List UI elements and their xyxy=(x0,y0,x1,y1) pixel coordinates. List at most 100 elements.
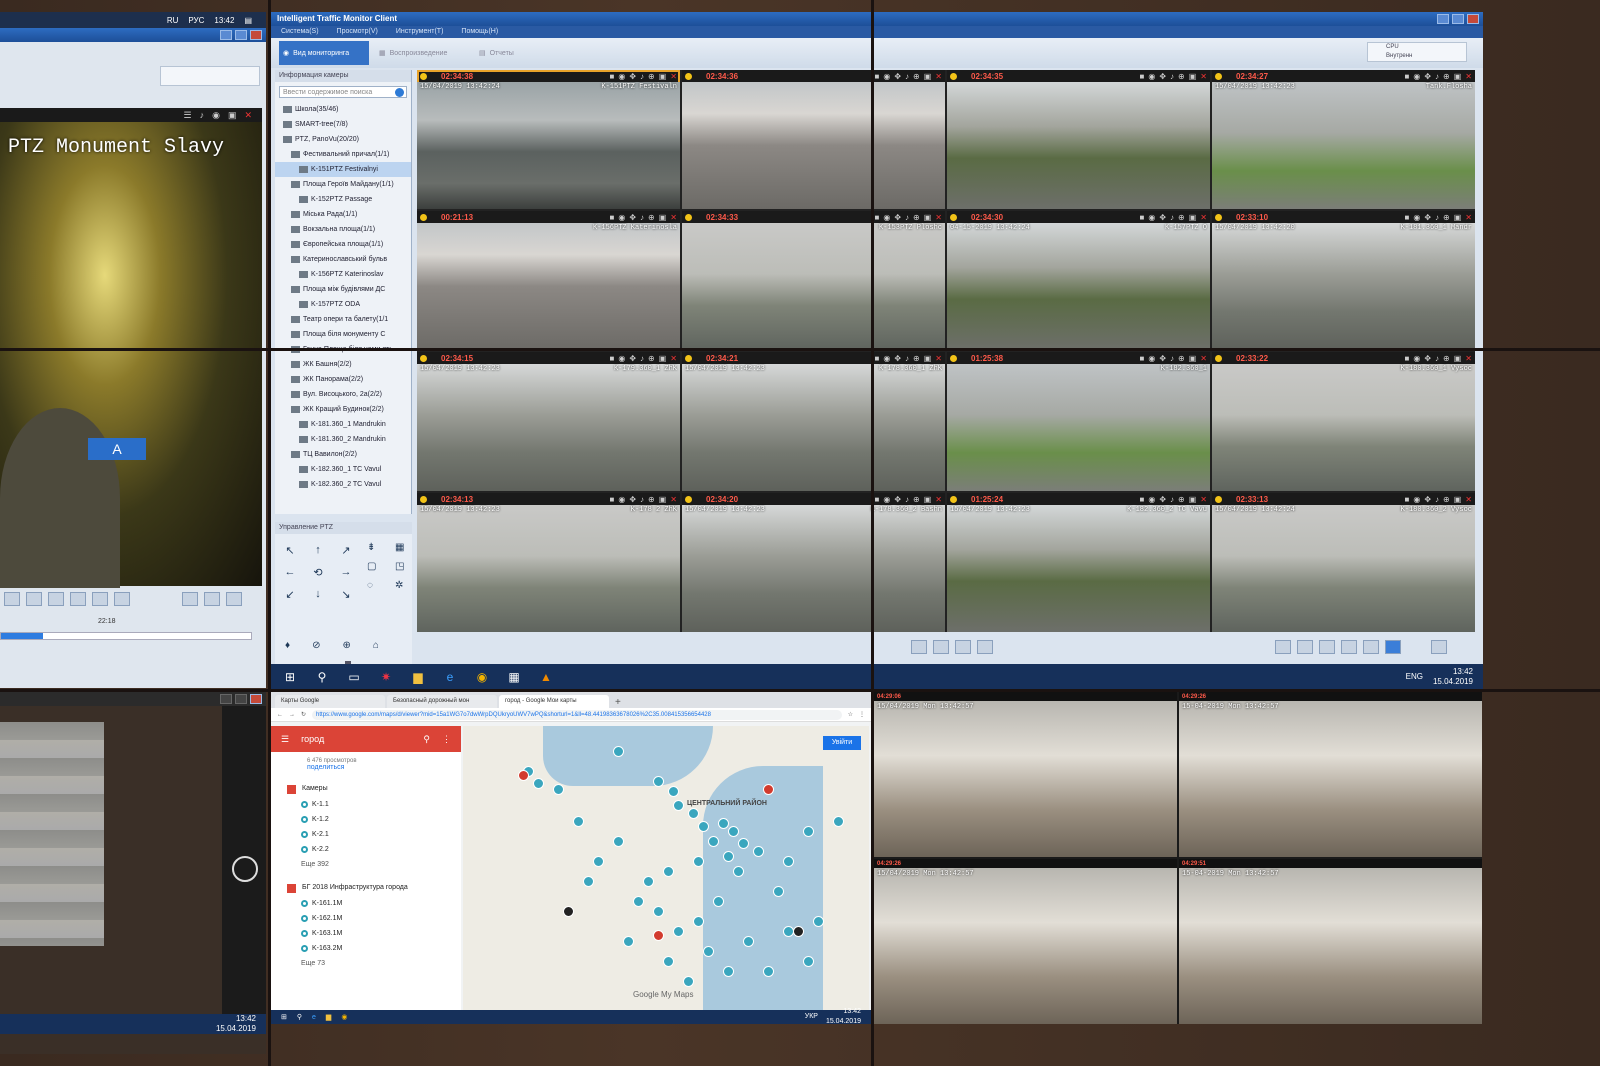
fullscreen-icon[interactable]: ▣ xyxy=(1454,354,1462,363)
shutter-button[interactable] xyxy=(232,856,258,882)
tree-item[interactable]: Вул. Висоцького, 2а(2/2) xyxy=(275,387,411,402)
zoom-icon[interactable]: ⊕ xyxy=(913,354,920,363)
mic-icon[interactable]: ♪ xyxy=(905,213,909,222)
close-icon[interactable]: ✕ xyxy=(1200,495,1207,504)
fullscreen-icon[interactable]: ▣ xyxy=(1189,72,1197,81)
mic-icon[interactable]: ♪ xyxy=(640,213,644,222)
camera-tile[interactable]: 02:34:13 ■ ◉ ✥ ♪ ⊕ ▣ ✕ 15/04/2019 13:42:23 K-178 … xyxy=(417,493,680,632)
ptz-icon[interactable]: ✥ xyxy=(1159,495,1166,504)
camera-map-pin[interactable] xyxy=(728,826,739,837)
ptz-icon[interactable]: ✥ xyxy=(1424,72,1431,81)
mic-icon[interactable]: ♪ xyxy=(1435,213,1439,222)
ptz-icon[interactable]: ✥ xyxy=(629,354,636,363)
zoom-icon[interactable]: ⊕ xyxy=(648,495,655,504)
close-icon[interactable]: ✕ xyxy=(935,213,942,222)
camera-map-pin[interactable] xyxy=(683,976,694,987)
start-icon[interactable]: ⊞ xyxy=(281,1013,287,1021)
tree-item[interactable]: ЖК Кращий Будинок(2/2) xyxy=(275,402,411,417)
camera-map-pin[interactable] xyxy=(693,916,704,927)
map-layer-item[interactable]: K-163.1M xyxy=(271,926,461,941)
camera-map-pin[interactable] xyxy=(723,851,734,862)
fullscreen-icon[interactable]: ▣ xyxy=(659,213,667,222)
record-icon[interactable]: ■ xyxy=(875,72,880,81)
layer-infra[interactable]: БГ 2018 Инфраструктура города xyxy=(271,880,461,896)
fullscreen-icon[interactable]: ▣ xyxy=(659,354,667,363)
camera-map-pin[interactable] xyxy=(698,821,709,832)
camera-tile[interactable]: 02:34:36 ■ ◉ ✥ ♪ ⊕ ▣ ✕ xyxy=(682,70,945,209)
snapshot-icon[interactable]: ◉ xyxy=(212,110,220,121)
tree-item[interactable]: Площа біля монументу С xyxy=(275,327,411,342)
fullscreen-icon[interactable]: ▣ xyxy=(1189,213,1197,222)
camera-tile[interactable]: 02:34:33 ■ ◉ ✥ ♪ ⊕ ▣ ✕ K-153PTZ Ploshc xyxy=(682,211,945,350)
camera-map-pin[interactable] xyxy=(553,784,564,795)
map-layer-item[interactable]: K-1.2 xyxy=(271,812,461,827)
more-icon[interactable]: ⋮ xyxy=(442,734,451,745)
tree-item[interactable]: Катеринославський бульв xyxy=(275,252,411,267)
camera-map-pin[interactable] xyxy=(653,776,664,787)
menu-help[interactable]: Помощь(H) xyxy=(461,26,498,38)
search-icon[interactable]: ⚲ xyxy=(297,1013,302,1021)
sign-in-button[interactable]: Увійти xyxy=(823,736,861,750)
close-icon[interactable]: ✕ xyxy=(244,110,252,121)
snapshot-icon[interactable]: ◉ xyxy=(1413,72,1420,81)
app-icon[interactable]: ✷ xyxy=(377,669,395,685)
camera-map-pin[interactable] xyxy=(713,896,724,907)
volume-icon[interactable]: ♪ xyxy=(200,110,205,120)
search-icon[interactable]: ⚲ xyxy=(423,734,430,745)
layout-4-icon[interactable] xyxy=(48,592,64,606)
screen-capture-icon[interactable] xyxy=(911,640,927,654)
layout-6-icon[interactable] xyxy=(70,592,86,606)
star-icon[interactable]: ☆ xyxy=(848,711,853,718)
camera-map-pin[interactable] xyxy=(688,808,699,819)
record-icon[interactable]: ■ xyxy=(610,72,615,81)
mic-icon[interactable]: ♪ xyxy=(1170,354,1174,363)
camera-icon[interactable] xyxy=(933,640,949,654)
minimize-button[interactable] xyxy=(220,30,232,40)
chrome-icon[interactable]: ◉ xyxy=(473,669,491,685)
task-view-icon[interactable]: ▭ xyxy=(345,669,363,685)
close-icon[interactable]: ✕ xyxy=(1465,213,1472,222)
record-icon[interactable]: ■ xyxy=(875,354,880,363)
record-icon[interactable]: ■ xyxy=(610,213,615,222)
reload-icon[interactable]: ↻ xyxy=(301,711,306,718)
camera-map-pin[interactable] xyxy=(773,886,784,897)
camera-map-pin[interactable] xyxy=(533,778,544,789)
tree-item[interactable]: Театр опери та балету(1/1 xyxy=(275,312,411,327)
camera-map-pin[interactable] xyxy=(593,856,604,867)
close-icon[interactable]: ✕ xyxy=(670,354,677,363)
start-icon[interactable]: ⊞ xyxy=(281,669,299,685)
zoom-icon[interactable]: ⊕ xyxy=(913,213,920,222)
camera-tile[interactable]: 02:33:22 ■ ◉ ✥ ♪ ⊕ ▣ ✕ K-180.360_1 Vysoc xyxy=(1212,352,1475,491)
camera-tile[interactable]: 02:34:21 ■ ◉ ✥ ♪ ⊕ ▣ ✕ 15/04/2019 13:42:23 K-178.… xyxy=(682,352,945,491)
camera-map-pin[interactable] xyxy=(613,746,624,757)
tab-my-maps[interactable]: город - Google Мои карты xyxy=(499,695,609,708)
layer-cameras[interactable]: Камеры xyxy=(271,781,461,797)
layout-16-icon[interactable] xyxy=(114,592,130,606)
close-icon[interactable]: ✕ xyxy=(1200,72,1207,81)
camera-map-pin[interactable] xyxy=(743,936,754,947)
camera-map-pin[interactable] xyxy=(813,916,824,927)
snapshot-icon[interactable]: ◉ xyxy=(1413,495,1420,504)
close-icon[interactable]: ✕ xyxy=(935,72,942,81)
wiper-icon[interactable]: ⊘ xyxy=(312,640,320,651)
close-icon[interactable]: ✕ xyxy=(1465,72,1472,81)
mic-icon[interactable]: ♪ xyxy=(905,495,909,504)
indoor-camera-tile[interactable]: 04:29:51 15-04-2019 Mon 13:42:57 xyxy=(1179,859,1482,1024)
camera-map-pin[interactable] xyxy=(763,966,774,977)
snapshot-icon[interactable]: ◉ xyxy=(883,213,890,222)
fullscreen-icon[interactable]: ▣ xyxy=(1189,354,1197,363)
zoom-icon[interactable]: ⊕ xyxy=(648,213,655,222)
snapshot-icon[interactable]: ◉ xyxy=(1413,213,1420,222)
camera-map-pin[interactable] xyxy=(783,856,794,867)
folder-icon[interactable]: ▆ xyxy=(409,669,427,685)
camera-map-pin[interactable] xyxy=(613,836,624,847)
snapshot-icon[interactable]: ◉ xyxy=(618,72,625,81)
camera-tile[interactable]: 00:21:13 ■ ◉ ✥ ♪ ⊕ ▣ ✕ K-156PTZ Katerinosla xyxy=(417,211,680,350)
camera-map-pin[interactable] xyxy=(803,956,814,967)
grid-3-icon[interactable] xyxy=(1319,640,1335,654)
mic-icon[interactable]: ♪ xyxy=(1170,495,1174,504)
fullscreen-icon[interactable]: ▣ xyxy=(1454,495,1462,504)
tree-item[interactable]: K-181.360_2 Mandrukin xyxy=(275,432,411,447)
tray-lang[interactable]: RU xyxy=(167,16,179,25)
focus-icon[interactable]: ▢ xyxy=(367,561,387,572)
